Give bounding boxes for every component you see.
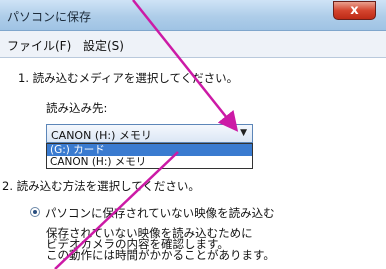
import-unsaved-radio[interactable] [30,207,40,217]
chevron-down-icon: ▼ [240,128,247,138]
description-line-3: この動作には時間がかかることがあります。 [46,248,275,262]
menu-bar: ファイル(F) 設定(S) [0,31,386,58]
import-unsaved-label: パソコンに保存されていない映像を読み込む [45,206,275,220]
source-select[interactable]: CANON (H:) メモリ ▼ [46,124,253,143]
close-button[interactable]: x [333,1,376,20]
window-title: パソコンに保存 [7,10,92,24]
dropdown-option-card[interactable]: (G:) カード [47,144,252,156]
title-bar: パソコンに保存 x [0,0,386,31]
source-select-value: CANON (H:) メモリ [51,129,152,142]
source-label: 読み込み先: [46,101,108,115]
dropdown-option-memory[interactable]: CANON (H:) メモリ [47,156,252,168]
menu-file[interactable]: ファイル(F) [7,37,71,54]
step2-heading: 2. 読み込む方法を選択してください。 [2,179,200,193]
save-to-pc-window: パソコンに保存 x ファイル(F) 設定(S) 1. 読み込むメディアを選択して… [0,0,386,269]
source-dropdown-list: (G:) カード CANON (H:) メモリ [46,143,253,169]
close-icon: x [350,3,359,18]
menu-settings[interactable]: 設定(S) [83,37,124,54]
step1-heading: 1. 読み込むメディアを選択してください。 [18,71,239,85]
